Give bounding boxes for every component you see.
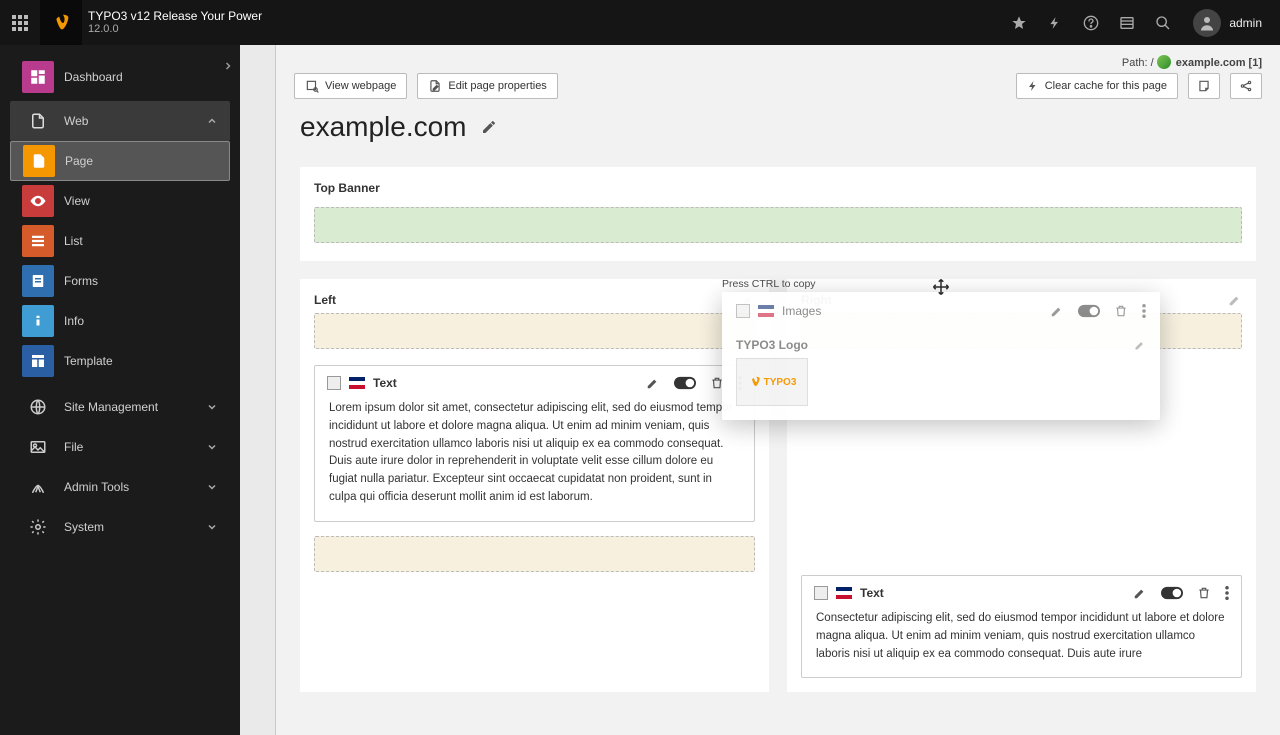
- app-switcher-icon[interactable]: [0, 0, 40, 45]
- page-title: example.com: [300, 111, 467, 143]
- section-header: Top Banner: [314, 181, 1242, 195]
- ce-type-label: Text: [373, 376, 397, 390]
- more-icon[interactable]: [738, 376, 742, 390]
- toggle-icon[interactable]: [674, 376, 696, 390]
- ce-body-text: Consectetur adipiscing elit, sed do eius…: [802, 610, 1241, 677]
- column-left: Left Text: [300, 279, 769, 692]
- dropzone-left-top[interactable]: [314, 313, 755, 349]
- module-sidebar: Dashboard Web Page View List Forms: [0, 45, 240, 735]
- view-webpage-button[interactable]: View webpage: [294, 73, 407, 99]
- language-flag-icon: [349, 377, 365, 389]
- content-area: Path: / example.com [1] View webpage Edi…: [276, 45, 1280, 735]
- nav-web-list[interactable]: List: [10, 221, 230, 261]
- dropzone-left-bottom[interactable]: [314, 536, 755, 572]
- search-icon[interactable]: [1145, 0, 1181, 45]
- nav-web-view[interactable]: View: [10, 181, 230, 221]
- nav-site-management[interactable]: Site Management: [10, 387, 230, 427]
- edit-page-properties-button[interactable]: Edit page properties: [417, 73, 557, 99]
- action-bar: View webpage Edit page properties Clear …: [276, 73, 1280, 111]
- column-header: Left: [314, 293, 336, 307]
- sidebar-collapse-icon[interactable]: [222, 60, 234, 72]
- user-menu[interactable]: admin: [1181, 9, 1274, 37]
- nav-system[interactable]: System: [10, 507, 230, 547]
- globe-icon: [1157, 55, 1171, 69]
- chevron-down-icon: [206, 481, 218, 493]
- language-flag-icon: [836, 587, 852, 599]
- avatar-icon: [1193, 9, 1221, 37]
- nav-file[interactable]: File: [10, 427, 230, 467]
- ce-type-icon: [814, 586, 828, 600]
- ce-type-icon: [327, 376, 341, 390]
- chevron-down-icon: [206, 521, 218, 533]
- content-element-text: Text Consectetur adipiscing elit, sed do…: [801, 575, 1242, 678]
- page-tree-collapsed[interactable]: [240, 45, 276, 735]
- help-icon[interactable]: [1073, 0, 1109, 45]
- topbar: TYPO3 v12 Release Your Power 12.0.0 admi…: [0, 0, 1280, 45]
- product-title: TYPO3 v12 Release Your Power: [88, 9, 262, 23]
- list-icon[interactable]: [1109, 0, 1145, 45]
- bookmark-icon[interactable]: [1001, 0, 1037, 45]
- note-button[interactable]: [1188, 73, 1220, 99]
- edit-icon[interactable]: [646, 376, 660, 390]
- trash-icon[interactable]: [1197, 586, 1211, 600]
- typo3-logo-icon[interactable]: [40, 0, 82, 45]
- column-right: Right Text: [787, 279, 1256, 692]
- chevron-up-icon: [206, 115, 218, 127]
- column-header: Right: [801, 293, 832, 307]
- ce-type-label: Text: [860, 586, 884, 600]
- nav-web-template[interactable]: Template: [10, 341, 230, 381]
- nav-admin-tools[interactable]: Admin Tools: [10, 467, 230, 507]
- dropzone-right-top[interactable]: [801, 313, 1242, 349]
- content-element-text: Text Lorem ipsum dolor sit amet, consect…: [314, 365, 755, 522]
- flash-icon[interactable]: [1037, 0, 1073, 45]
- ce-body-text: Lorem ipsum dolor sit amet, consectetur …: [315, 400, 754, 521]
- chevron-down-icon: [206, 441, 218, 453]
- nav-web-page[interactable]: Page: [10, 141, 230, 181]
- edit-icon[interactable]: [1133, 586, 1147, 600]
- chevron-down-icon: [206, 401, 218, 413]
- toggle-icon[interactable]: [1161, 586, 1183, 600]
- top-banner-section: Top Banner: [300, 167, 1256, 261]
- dropzone-top-banner[interactable]: [314, 207, 1242, 243]
- column-edit-icon[interactable]: [741, 293, 755, 307]
- share-button[interactable]: [1230, 73, 1262, 99]
- product-version: 12.0.0: [88, 23, 262, 36]
- nav-web-group[interactable]: Web: [10, 101, 230, 141]
- trash-icon[interactable]: [710, 376, 724, 390]
- more-icon[interactable]: [1225, 586, 1229, 600]
- path-bar: Path: / example.com [1]: [276, 45, 1280, 73]
- nav-web-info[interactable]: Info: [10, 301, 230, 341]
- edit-title-icon[interactable]: [481, 119, 497, 135]
- nav-dashboard[interactable]: Dashboard: [10, 57, 230, 97]
- column-edit-icon[interactable]: [1228, 293, 1242, 307]
- username: admin: [1229, 16, 1262, 30]
- nav-web-forms[interactable]: Forms: [10, 261, 230, 301]
- clear-cache-button[interactable]: Clear cache for this page: [1016, 73, 1178, 99]
